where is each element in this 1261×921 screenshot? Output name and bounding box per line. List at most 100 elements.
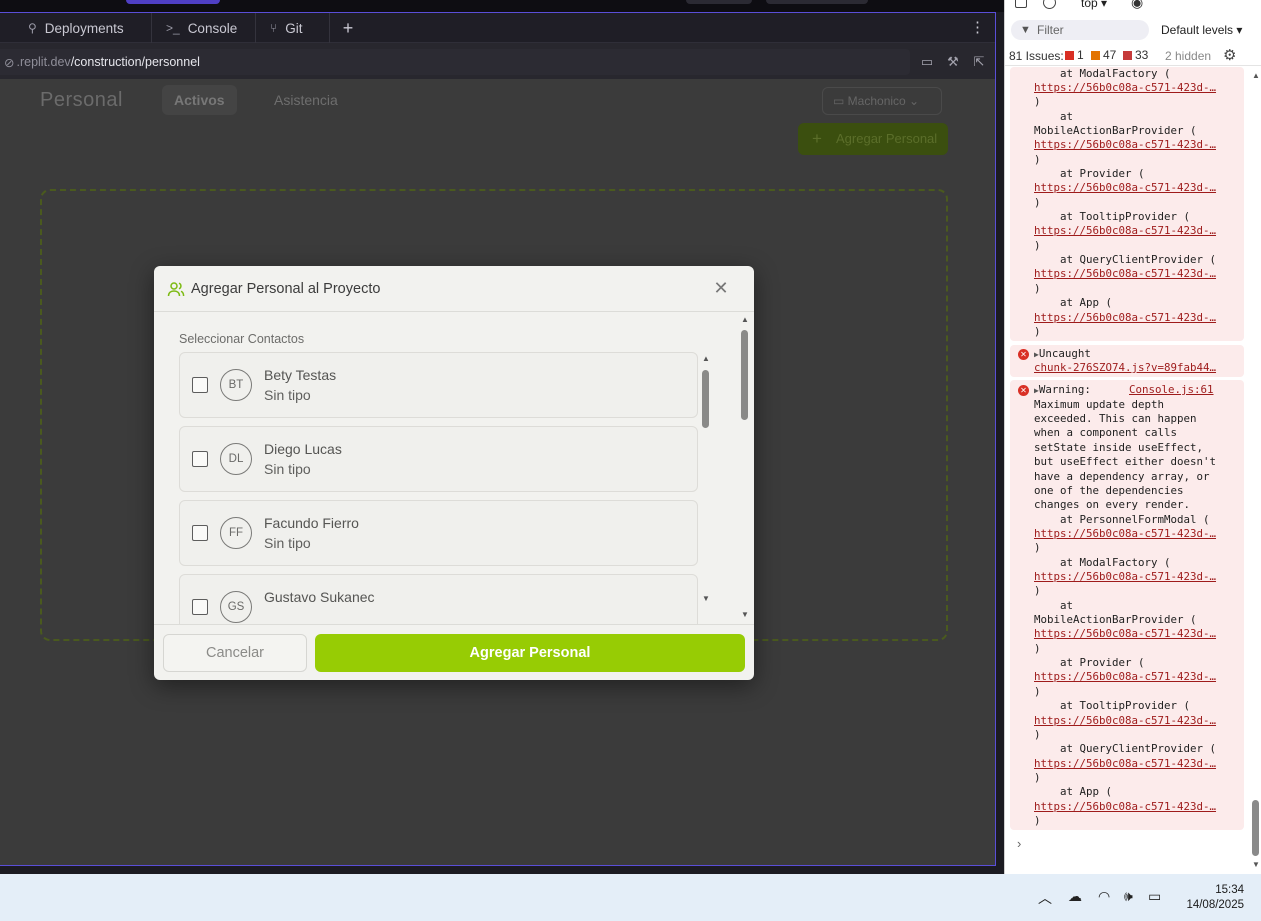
contact-checkbox[interactable]: [192, 599, 208, 615]
add-personnel-modal: Agregar Personal al Proyecto ✕ Seleccion…: [154, 266, 754, 680]
scrollbar-thumb[interactable]: [741, 330, 748, 420]
filter-icon: ▼: [1020, 24, 1031, 36]
source-link[interactable]: https://56b0c08a-c571-423d-…: [1034, 138, 1216, 151]
source-link[interactable]: https://56b0c08a-c571-423d-…: [1034, 800, 1216, 813]
folder-icon: ▭: [833, 94, 848, 108]
source-link[interactable]: https://56b0c08a-c571-423d-…: [1034, 670, 1216, 683]
error-icon: ✕: [1018, 385, 1029, 396]
contact-checkbox[interactable]: [192, 525, 208, 541]
contact-name: Bety Testas: [264, 367, 337, 383]
link-icon: ⊘: [4, 55, 15, 70]
devtools-panel: top ▾ ◉ ▼ Filter Default levels ▾ 81 Iss…: [1004, 0, 1261, 874]
scrollbar-thumb[interactable]: [702, 370, 709, 428]
modal-scrollbar[interactable]: ▲ ▼: [739, 312, 751, 624]
add-tab-icon[interactable]: +: [338, 17, 358, 39]
clear-console-icon[interactable]: [1043, 0, 1056, 9]
filter-input[interactable]: ▼ Filter: [1011, 20, 1149, 40]
open-external-icon[interactable]: ⇱: [970, 53, 988, 71]
sidebar-toggle-icon[interactable]: [1015, 0, 1027, 8]
cloud-icon[interactable]: ☁: [1068, 888, 1082, 905]
source-link[interactable]: https://56b0c08a-c571-423d-…: [1034, 267, 1216, 280]
contact-type: Sin tipo: [264, 387, 311, 403]
page-title: Personal: [40, 89, 123, 111]
issues-bar[interactable]: 81 Issues: 1 47 33 2 hidden ⚙: [1005, 44, 1261, 66]
message-icon: [1123, 51, 1132, 60]
console-message-uncaught: ✕ ▶Uncaught chunk-276SZO74.js?v=89fab44…: [1010, 345, 1244, 377]
section-label: Seleccionar Contactos: [179, 332, 305, 346]
url-field[interactable]: ⊘ .replit.dev/construction/personnel: [0, 49, 910, 75]
contact-name: Gustavo Sukanec: [264, 589, 375, 605]
console-prompt[interactable]: ›: [1017, 836, 1021, 851]
source-link[interactable]: https://56b0c08a-c571-423d-…: [1034, 627, 1216, 640]
add-personnel-button[interactable]: + Agregar Personal: [798, 123, 948, 155]
taskbar: ︿ ☁ ◠ 🕪 ▭ 15:34 14/08/2025: [0, 874, 1261, 921]
eye-icon[interactable]: ◉: [1131, 0, 1143, 11]
add-personnel-submit-button[interactable]: Agregar Personal: [315, 634, 745, 672]
wifi-icon[interactable]: ◠: [1098, 888, 1110, 905]
log-levels-select[interactable]: Default levels ▾: [1161, 23, 1242, 37]
console-message-error-stack: at ModalFactory ( https://56b0c08a-c571-…: [1010, 67, 1244, 341]
source-link[interactable]: https://56b0c08a-c571-423d-…: [1034, 570, 1216, 583]
chevron-up-icon[interactable]: ︿: [1038, 888, 1052, 908]
warning-count-badge: 47: [1091, 48, 1116, 62]
plus-icon: +: [812, 129, 822, 148]
modal-footer: Cancelar Agregar Personal: [154, 624, 754, 680]
contact-checkbox[interactable]: [192, 377, 208, 393]
contact-type: Sin tipo: [264, 461, 311, 477]
console-prompt-icon: >_: [166, 21, 180, 35]
scroll-up-icon[interactable]: ▲: [741, 315, 749, 324]
source-link[interactable]: https://56b0c08a-c571-423d-…: [1034, 311, 1216, 324]
source-link[interactable]: https://56b0c08a-c571-423d-…: [1034, 181, 1216, 194]
console-message-warning: ✕ ▶Warning: Console.js:61 Maximum update…: [1010, 380, 1244, 830]
contact-item[interactable]: BT Bety Testas Sin tipo: [179, 352, 698, 418]
contact-item[interactable]: DL Diego Lucas Sin tipo: [179, 426, 698, 492]
avatar: DL: [220, 443, 252, 475]
source-link[interactable]: https://56b0c08a-c571-423d-…: [1034, 757, 1216, 770]
devices-icon[interactable]: ▭: [918, 53, 936, 71]
scroll-down-icon[interactable]: ▼: [741, 610, 749, 619]
wrench-icon[interactable]: ⚒: [944, 53, 962, 71]
warning-icon: [1091, 51, 1100, 60]
devtools-toolbar: top ▾ ◉: [1005, 0, 1261, 14]
users-icon: [167, 282, 185, 297]
error-icon: ✕: [1018, 349, 1029, 360]
top-strip: [0, 0, 1004, 12]
cancel-button[interactable]: Cancelar: [163, 634, 307, 672]
scroll-up-icon[interactable]: ▲: [702, 354, 710, 363]
more-options-icon[interactable]: ⋮: [970, 18, 985, 36]
contacts-scrollbar[interactable]: ▲ ▼: [700, 352, 712, 610]
system-clock[interactable]: 15:34 14/08/2025: [1170, 883, 1244, 913]
project-select[interactable]: ▭ Machonico ⌄: [822, 87, 942, 115]
source-link[interactable]: https://56b0c08a-c571-423d-…: [1034, 81, 1216, 94]
source-link[interactable]: https://56b0c08a-c571-423d-…: [1034, 224, 1216, 237]
scroll-down-icon[interactable]: ▼: [1252, 860, 1260, 869]
close-icon[interactable]: ✕: [712, 279, 730, 297]
volume-icon[interactable]: 🕪: [1124, 888, 1133, 905]
active-workspace-pill[interactable]: [126, 0, 220, 4]
console-scrollbar[interactable]: ▲ ▼: [1250, 67, 1261, 875]
gear-icon[interactable]: ⚙: [1223, 46, 1236, 64]
avatar: BT: [220, 369, 252, 401]
error-icon: [1065, 51, 1074, 60]
tab-activos[interactable]: Activos: [162, 85, 237, 115]
scroll-down-icon[interactable]: ▼: [702, 594, 710, 603]
tab-deployments[interactable]: ⚲ Deployments: [14, 13, 152, 43]
modal-body: Seleccionar Contactos BT Bety Testas Sin…: [154, 312, 754, 624]
source-link[interactable]: https://56b0c08a-c571-423d-…: [1034, 714, 1216, 727]
scroll-up-icon[interactable]: ▲: [1252, 71, 1260, 80]
battery-icon[interactable]: ▭: [1148, 888, 1161, 905]
source-link[interactable]: chunk-276SZO74.js?v=89fab44…: [1034, 361, 1216, 374]
avatar: GS: [220, 591, 252, 623]
source-link[interactable]: https://56b0c08a-c571-423d-…: [1034, 527, 1216, 540]
contact-item[interactable]: GS Gustavo Sukanec: [179, 574, 698, 624]
context-select[interactable]: top ▾: [1081, 0, 1107, 10]
pane-tab-bar: ⚲ Deployments >_ Console ⑂ Git + ⋮: [0, 13, 995, 43]
info-count-badge: 33: [1123, 48, 1148, 62]
source-link[interactable]: Console.js:61: [1129, 383, 1214, 396]
tab-git[interactable]: ⑂ Git: [256, 13, 330, 43]
scrollbar-thumb[interactable]: [1252, 800, 1259, 856]
tab-console[interactable]: >_ Console: [152, 13, 256, 43]
tab-asistencia[interactable]: Asistencia: [274, 85, 338, 115]
contact-checkbox[interactable]: [192, 451, 208, 467]
contact-item[interactable]: FF Facundo Fierro Sin tipo: [179, 500, 698, 566]
